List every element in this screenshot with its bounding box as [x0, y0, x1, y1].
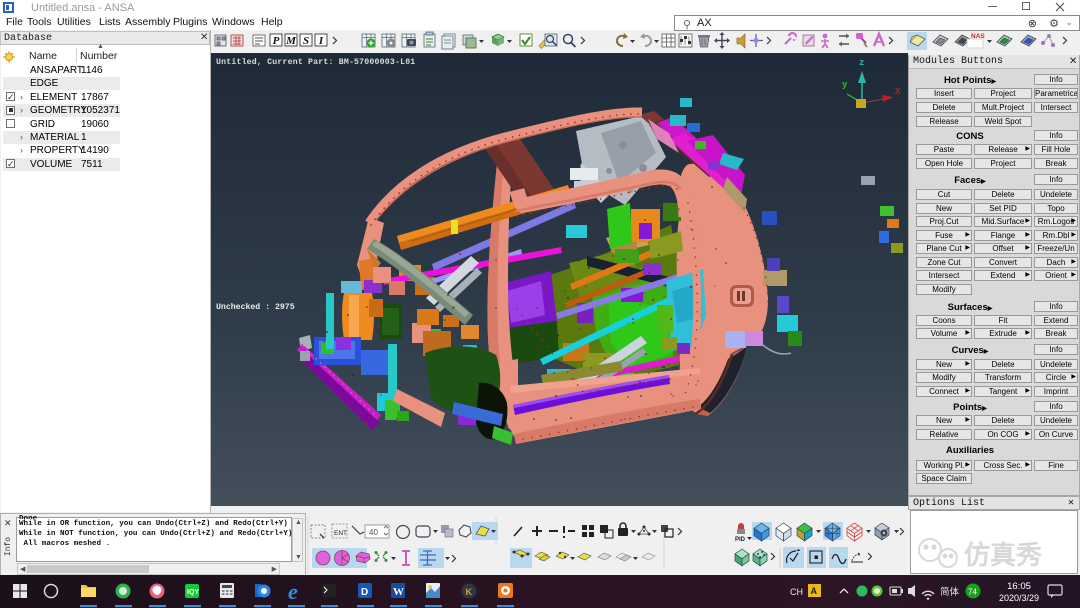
svg-text:K: K: [466, 587, 473, 597]
svg-text:CH: CH: [790, 587, 803, 597]
svg-text:D: D: [361, 587, 368, 598]
svg-text:74: 74: [968, 588, 977, 597]
svg-text:M: M: [285, 35, 297, 47]
svg-text:40: 40: [369, 528, 378, 537]
svg-text:Untitled, Current Part: BM-57: Untitled, Current Part: BM-57000003-L01: [216, 57, 415, 67]
svg-text:16:05: 16:05: [1007, 581, 1031, 592]
svg-text:W: W: [393, 586, 404, 598]
svg-text:I: I: [318, 35, 324, 47]
svg-text:Unchecked : 2975: Unchecked : 2975: [216, 302, 295, 312]
svg-text:PID: PID: [735, 537, 746, 543]
svg-text:P: P: [273, 35, 280, 47]
svg-text:A: A: [811, 586, 818, 596]
svg-text:z: z: [859, 58, 864, 68]
svg-text:X: X: [895, 87, 901, 97]
svg-text:简体: 简体: [940, 586, 960, 598]
svg-text:仿真秀: 仿真秀: [964, 540, 1042, 570]
svg-text:y: y: [842, 80, 848, 90]
svg-text:2020/3/29: 2020/3/29: [999, 593, 1039, 603]
svg-text:IQY: IQY: [187, 589, 199, 596]
svg-text:S: S: [303, 35, 309, 47]
svg-text:e: e: [288, 579, 298, 604]
svg-text:ENT: ENT: [334, 530, 347, 537]
